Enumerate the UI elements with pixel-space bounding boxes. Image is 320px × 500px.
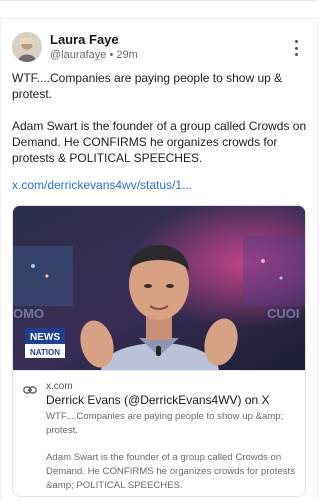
post-link[interactable]: x.com/derrickevans4wv/status/1... <box>12 178 192 192</box>
preview-title[interactable]: Derrick Evans (@DerrickEvans4WV) on X <box>46 393 270 407</box>
link-icon <box>23 386 37 394</box>
top-divider <box>0 0 318 1</box>
card-right-border <box>317 18 318 500</box>
preview-image[interactable]: OMO CUOI NEWS NATION <box>13 206 305 370</box>
card-left-border <box>0 18 1 500</box>
post-text-line: WTF....Companies are paying people to sh… <box>12 71 283 101</box>
more-dot <box>294 46 298 50</box>
post-text: WTF....Companies are paying people to sh… <box>12 70 308 166</box>
feed-divider <box>0 18 318 19</box>
author-meta: @laurafaye • 29m <box>50 49 138 61</box>
meta-separator: • <box>109 49 114 61</box>
preview-body[interactable]: x.com Derrick Evans (@DerrickEvans4WV) o… <box>13 370 305 496</box>
preview-domain: x.com <box>46 381 73 392</box>
avatar[interactable] <box>12 32 42 62</box>
bg-text-left: OMO <box>13 306 44 321</box>
author-handle[interactable]: @laurafaye <box>50 49 106 61</box>
news-logo-line1: NEWS <box>30 332 60 343</box>
post-text-line: Adam Swart is the founder of a group cal… <box>12 119 307 165</box>
preview-description: WTF....Companies are paying people to sh… <box>46 410 300 493</box>
bg-text-right: CUOI <box>267 306 300 321</box>
more-dot <box>294 53 298 56</box>
author-name[interactable]: Laura Faye <box>50 32 119 47</box>
link-preview-card[interactable]: OMO CUOI NEWS NATION x.com Derrick Evans… <box>12 205 306 497</box>
more-vertical-icon[interactable] <box>288 38 304 58</box>
preview-desc-line: Adam Swart is the founder of a group cal… <box>46 452 295 491</box>
post-time[interactable]: 29m <box>116 49 137 61</box>
news-logo-line2: NATION <box>30 348 60 357</box>
more-dot <box>294 40 298 43</box>
preview-desc-line: WTF....Companies are paying people to sh… <box>46 411 284 436</box>
